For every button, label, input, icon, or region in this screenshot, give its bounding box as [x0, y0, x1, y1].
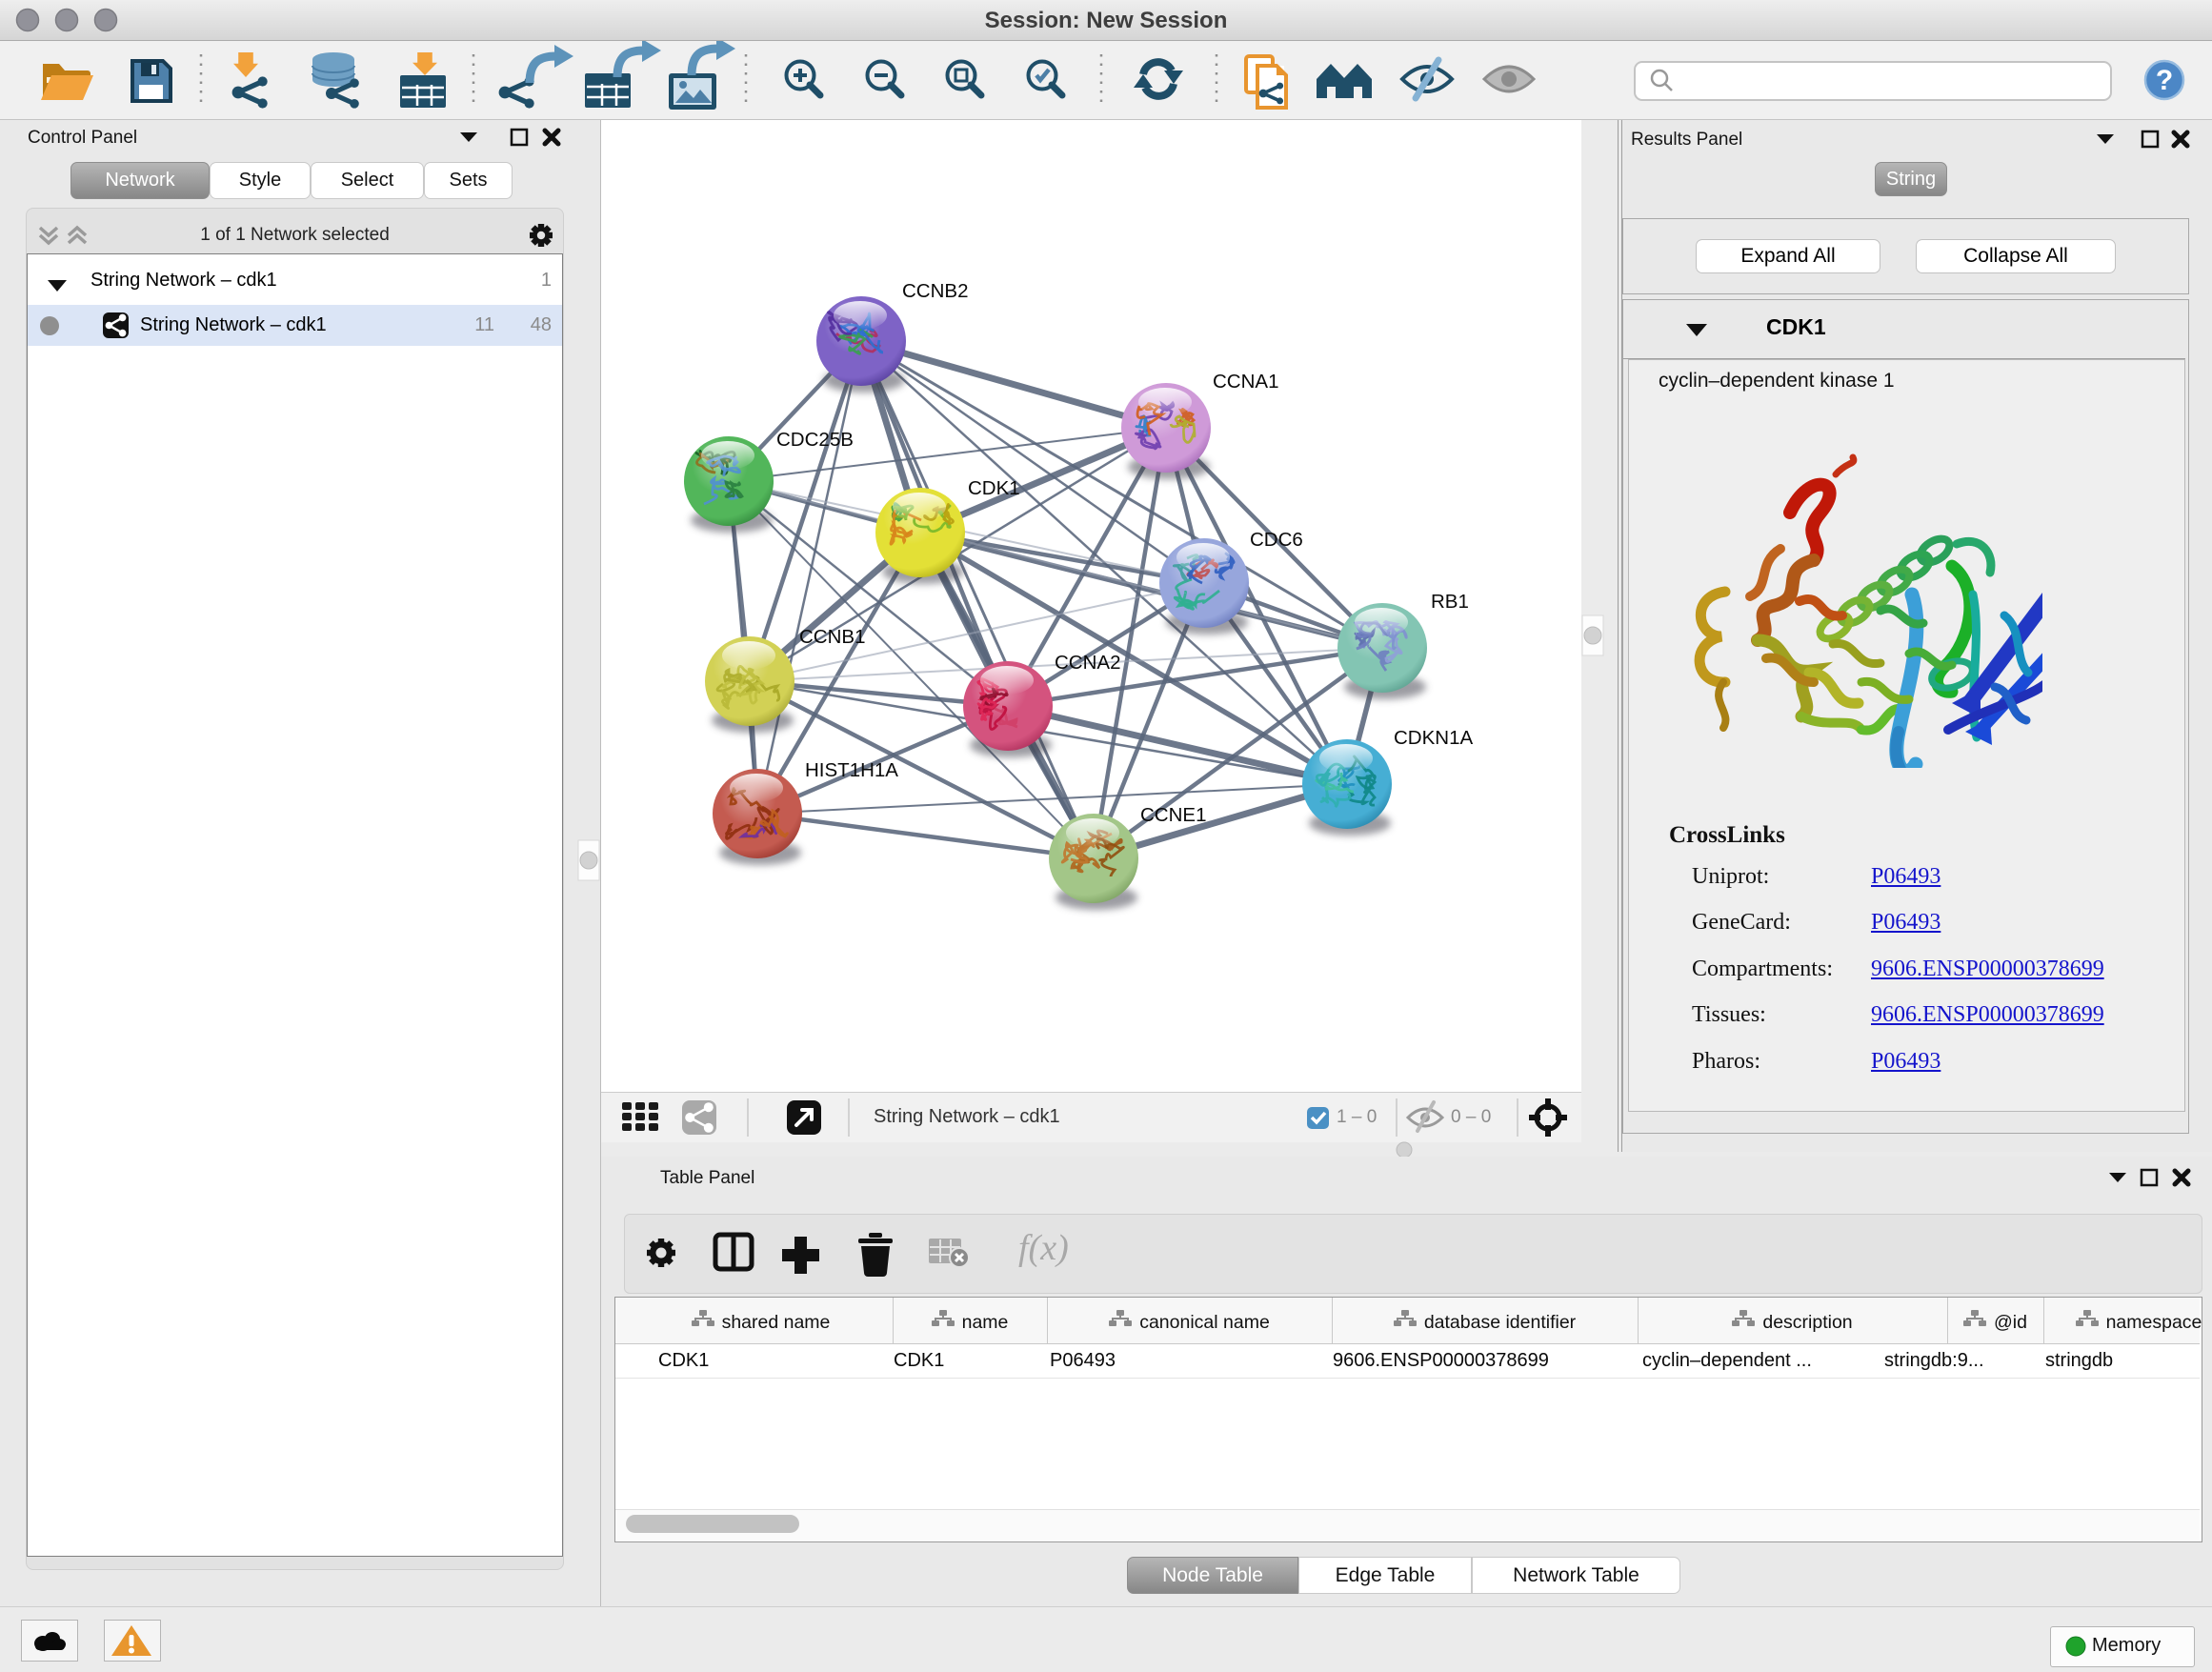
svg-text:CCNE1: CCNE1 [1140, 804, 1207, 826]
svg-text:CDKN1A: CDKN1A [1394, 727, 1473, 749]
svg-text:CCNB1: CCNB1 [799, 626, 866, 648]
svg-text:CDC25B: CDC25B [776, 429, 854, 451]
svg-text:CCNA2: CCNA2 [1055, 652, 1121, 674]
svg-text:CDC6: CDC6 [1250, 529, 1303, 551]
svg-text:CCNA1: CCNA1 [1213, 371, 1279, 393]
svg-text:CCNB2: CCNB2 [902, 280, 969, 302]
svg-text:?: ? [2156, 65, 2173, 96]
svg-text:HIST1H1A: HIST1H1A [805, 759, 898, 781]
svg-text:CDK1: CDK1 [968, 477, 1020, 499]
svg-text:RB1: RB1 [1431, 591, 1469, 613]
